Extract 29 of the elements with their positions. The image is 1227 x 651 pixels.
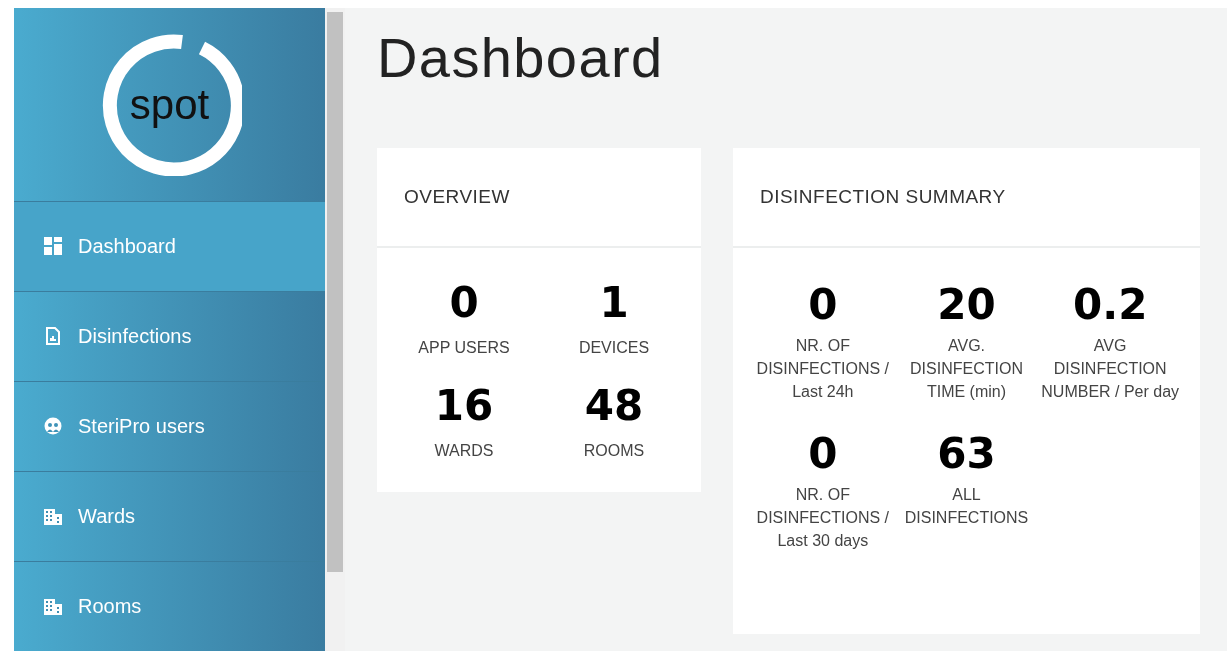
stat-label: AVG. DISINFECTION TIME (min) [909, 336, 1024, 402]
stat-label: NR. OF DISINFECTIONS / Last 24h [755, 336, 891, 402]
stat-label: APP USERS [418, 338, 510, 358]
sidebar-item[interactable]: Dashboard [14, 200, 325, 291]
stat-value: 16 [434, 385, 494, 427]
stat-value: 63 [937, 433, 996, 475]
stat-label: ROOMS [583, 441, 645, 461]
stat-value: 0 [808, 284, 838, 326]
scrollbar-thumb[interactable] [327, 12, 343, 572]
building-icon [44, 507, 62, 526]
stat-label: DEVICES [578, 338, 650, 358]
stat-value: 20 [937, 284, 996, 326]
report-icon [44, 327, 62, 346]
page-title: Dashboard [377, 26, 665, 90]
stat-label: ALL DISINFECTIONS [903, 485, 1030, 528]
dashboard-icon [44, 237, 62, 256]
stat-value: 0 [449, 282, 479, 324]
stat-label: AVG DISINFECTION NUMBER / Per day [1040, 336, 1181, 402]
card-title: DISINFECTION SUMMARY [760, 184, 1006, 209]
logo-text: spot [129, 79, 210, 130]
building-icon [44, 597, 62, 616]
card-title: OVERVIEW [404, 184, 510, 209]
stat-label: NR. OF DISINFECTIONS / Last 30 days [755, 485, 891, 551]
stat-value: 48 [584, 385, 644, 427]
stat-label: WARDS [434, 441, 494, 461]
stat-value: 1 [599, 282, 629, 324]
stat-value: 0 [808, 433, 838, 475]
users-icon [44, 417, 62, 436]
stat-value: 0.2 [1072, 284, 1148, 326]
